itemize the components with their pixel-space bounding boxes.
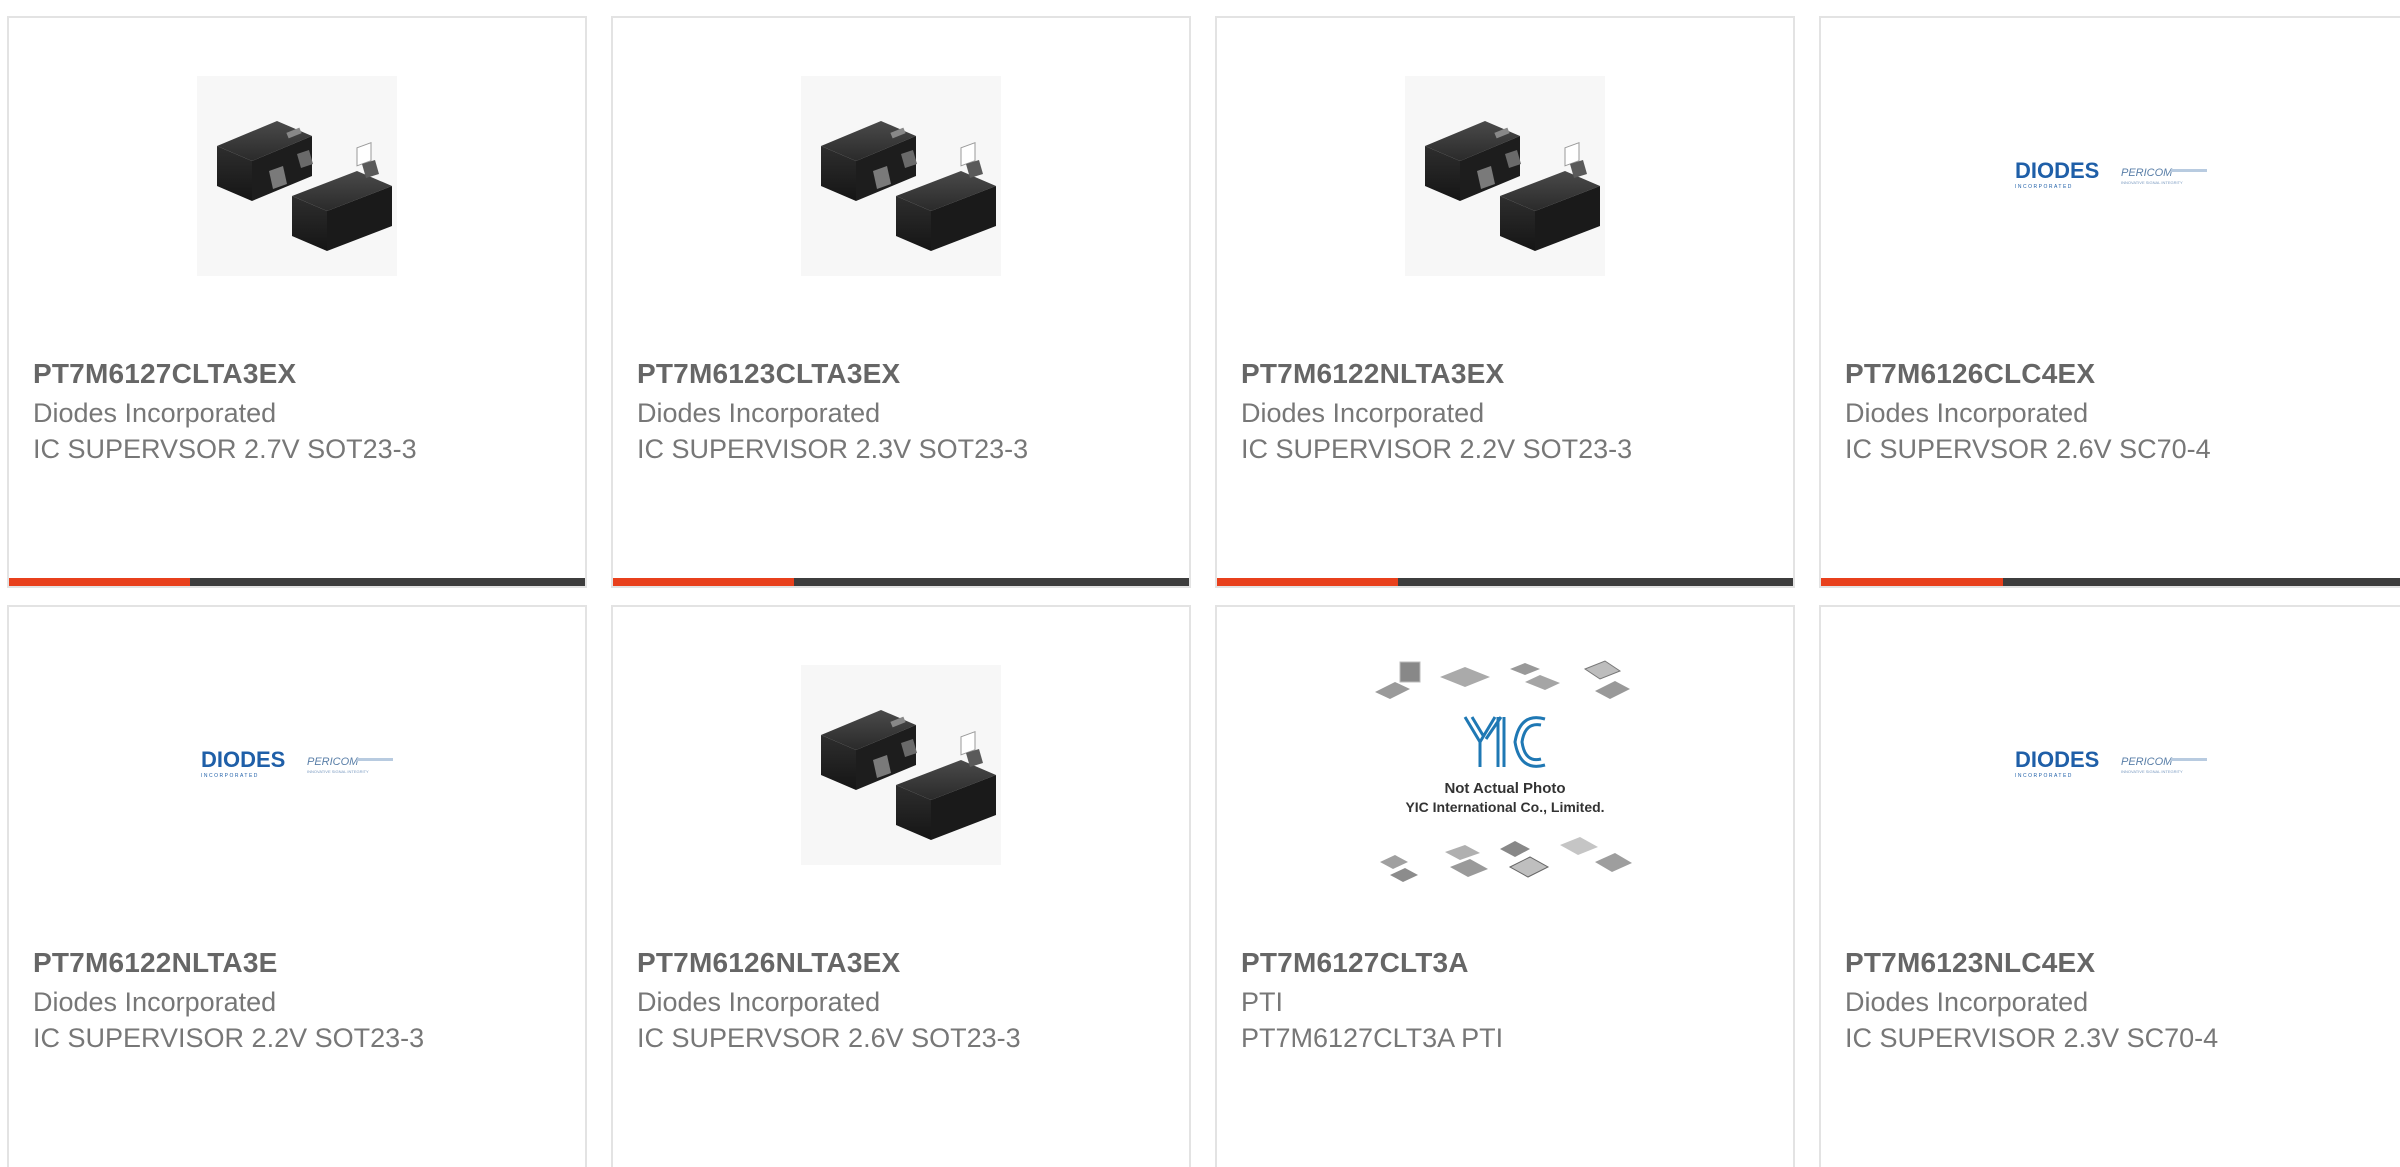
manufacturer-name: Diodes Incorporated (637, 398, 881, 428)
svg-text:INNOVATIVE SIGNAL INTEGRITY: INNOVATIVE SIGNAL INTEGRITY (2121, 769, 2183, 774)
product-description: IC SUPERVISOR 2.2V SOT23-3 (33, 1023, 425, 1053)
svg-text:INNOVATIVE SIGNAL INTEGRITY: INNOVATIVE SIGNAL INTEGRITY (307, 769, 369, 774)
sot23-package-image (1405, 76, 1605, 276)
product-card[interactable]: PT7M6127CLTA3EX Diodes Incorporated IC S… (7, 16, 587, 588)
sot23-package-image (801, 76, 1001, 276)
product-description: PT7M6127CLT3A PTI (1241, 1023, 1504, 1053)
manufacturer-name: Diodes Incorporated (1845, 398, 2089, 428)
svg-text:DIODES: DIODES (201, 747, 285, 772)
card-accent-bar (1821, 578, 2004, 586)
manufacturer-name: Diodes Incorporated (33, 398, 277, 428)
product-description: IC SUPERVISOR 2.3V SC70-4 (1845, 1023, 2219, 1053)
product-grid: PT7M6127CLTA3EX Diodes Incorporated IC S… (0, 0, 2400, 1167)
diodes-pericom-logo: DIODES INCORPORATED PERICOM INNOVATIVE S… (2015, 158, 2207, 190)
product-image[interactable] (9, 66, 585, 286)
product-card[interactable]: PT7M6126NLTA3EX Diodes Incorporated IC S… (611, 605, 1191, 1167)
svg-text:INNOVATIVE SIGNAL INTEGRITY: INNOVATIVE SIGNAL INTEGRITY (2121, 180, 2183, 185)
product-card[interactable]: DIODES INCORPORATED PERICOM INNOVATIVE S… (7, 605, 587, 1167)
product-description: IC SUPERVSOR 2.6V SOT23-3 (637, 1023, 1021, 1053)
svg-text:YIC International Co., Limited: YIC International Co., Limited. (1405, 799, 1604, 815)
part-number-link[interactable]: PT7M6126CLC4EX (1845, 358, 2095, 390)
part-number-link[interactable]: PT7M6123CLTA3EX (637, 358, 900, 390)
product-description: IC SUPERVSOR 2.6V SC70-4 (1845, 434, 2211, 464)
product-image[interactable]: DIODES INCORPORATED PERICOM INNOVATIVE S… (9, 655, 585, 875)
card-bottom-bar (1821, 578, 2400, 586)
diodes-pericom-logo: DIODES INCORPORATED PERICOM INNOVATIVE S… (201, 747, 393, 779)
svg-text:DIODES: DIODES (2015, 747, 2099, 772)
product-image[interactable] (613, 655, 1189, 875)
card-accent-bar (1217, 578, 1399, 586)
svg-text:INCORPORATED: INCORPORATED (2015, 773, 2073, 779)
product-image[interactable]: Not Actual Photo YIC International Co., … (1217, 657, 1793, 897)
product-card[interactable]: DIODES INCORPORATED PERICOM INNOVATIVE S… (1819, 605, 2400, 1167)
yic-placeholder-image: Not Actual Photo YIC International Co., … (1375, 660, 1632, 882)
manufacturer-name: Diodes Incorporated (33, 987, 277, 1017)
manufacturer-name: Diodes Incorporated (1845, 987, 2089, 1017)
product-image[interactable]: DIODES INCORPORATED PERICOM INNOVATIVE S… (1821, 66, 2400, 286)
product-card[interactable]: PT7M6122NLTA3EX Diodes Incorporated IC S… (1215, 16, 1795, 588)
svg-text:INCORPORATED: INCORPORATED (201, 773, 259, 779)
svg-text:PERICOM: PERICOM (2121, 167, 2173, 179)
manufacturer-name: PTI (1241, 987, 1284, 1017)
card-accent-bar (9, 578, 191, 586)
part-number-link[interactable]: PT7M6123NLC4EX (1845, 947, 2095, 979)
svg-text:PERICOM: PERICOM (2121, 756, 2173, 768)
product-description: IC SUPERVISOR 2.3V SOT23-3 (637, 434, 1029, 464)
manufacturer-name: Diodes Incorporated (637, 987, 881, 1017)
card-bottom-bar (1217, 578, 1793, 586)
product-card[interactable]: Not Actual Photo YIC International Co., … (1215, 605, 1795, 1167)
card-bottom-bar (613, 578, 1189, 586)
product-image[interactable] (1217, 66, 1793, 286)
part-number-link[interactable]: PT7M6127CLTA3EX (33, 358, 296, 390)
sot23-package-image (197, 76, 397, 276)
svg-text:INCORPORATED: INCORPORATED (2015, 184, 2073, 190)
product-description: IC SUPERVSOR 2.7V SOT23-3 (33, 434, 417, 464)
product-card[interactable]: PT7M6123CLTA3EX Diodes Incorporated IC S… (611, 16, 1191, 588)
part-number-link[interactable]: PT7M6126NLTA3EX (637, 947, 900, 979)
part-number-link[interactable]: PT7M6122NLTA3EX (1241, 358, 1504, 390)
svg-text:PERICOM: PERICOM (307, 756, 359, 768)
svg-text:DIODES: DIODES (2015, 158, 2099, 183)
sot23-package-image (801, 665, 1001, 865)
product-card[interactable]: DIODES INCORPORATED PERICOM INNOVATIVE S… (1819, 16, 2400, 588)
part-number-link[interactable]: PT7M6127CLT3A (1241, 947, 1469, 979)
card-accent-bar (613, 578, 795, 586)
product-description: IC SUPERVISOR 2.2V SOT23-3 (1241, 434, 1633, 464)
product-image[interactable] (613, 66, 1189, 286)
card-bottom-bar (9, 578, 585, 586)
part-number-link[interactable]: PT7M6122NLTA3E (33, 947, 278, 979)
product-image[interactable]: DIODES INCORPORATED PERICOM INNOVATIVE S… (1821, 655, 2400, 875)
svg-text:Not Actual Photo: Not Actual Photo (1444, 780, 1565, 797)
manufacturer-name: Diodes Incorporated (1241, 398, 1485, 428)
diodes-pericom-logo: DIODES INCORPORATED PERICOM INNOVATIVE S… (2015, 747, 2207, 779)
